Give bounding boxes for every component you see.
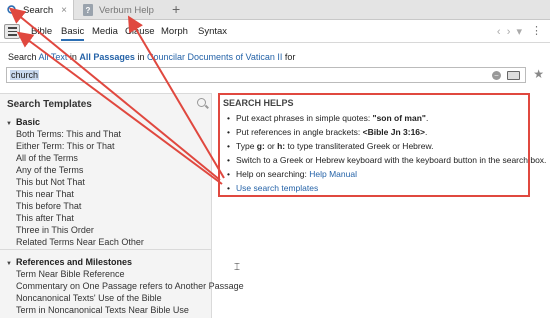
help-bullet: Help on searching: Help Manual [227, 169, 357, 179]
helps-title: SEARCH HELPS [223, 98, 294, 108]
collapse-triangle-icon: ▼ [6, 261, 12, 267]
tab-basic[interactable]: Basic [61, 26, 85, 41]
clear-icon[interactable]: – [492, 71, 501, 80]
search-icon [6, 4, 18, 16]
list-item[interactable]: This near That [16, 189, 74, 199]
search-templates-panel: Search Templates ▼ Basic Both Terms: This… [0, 93, 244, 318]
range-all-passages-link[interactable]: All Passages [79, 52, 135, 62]
search-icon[interactable] [197, 98, 206, 107]
keyboard-icon[interactable] [507, 71, 520, 80]
list-item[interactable]: Related Terms Near Each Other [16, 237, 144, 247]
tab-media[interactable]: Media [92, 26, 118, 37]
tab-label: Verbum Help [99, 4, 154, 16]
list-item[interactable]: Either Term: This or That [16, 141, 115, 151]
history-nav-icon[interactable]: ‹ › ▾ [497, 25, 522, 38]
tab-search[interactable]: Search × [0, 0, 74, 20]
mouse-cursor-icon: ⌶ [234, 262, 240, 273]
group-basic[interactable]: ▼ Basic [6, 117, 40, 127]
tab-verbum-help[interactable]: ? Verbum Help [76, 0, 166, 20]
help-bullet: Type g: or h: to type transliterated Gre… [227, 141, 433, 151]
list-item[interactable]: Commentary on One Passage refers to Anot… [16, 281, 244, 291]
search-helps-box: SEARCH HELPS Put exact phrases in simple… [218, 93, 546, 197]
panel-title: Search Templates [7, 99, 92, 110]
list-item[interactable]: Both Terms: This and That [16, 129, 121, 139]
list-item[interactable]: This but Not That [16, 177, 85, 187]
list-item[interactable]: Any of the Terms [16, 165, 83, 175]
tab-syntax[interactable]: Syntax [198, 26, 227, 37]
help-bullet: Switch to a Greek or Hebrew keyboard wit… [227, 155, 546, 165]
panel-menu-button[interactable] [4, 24, 20, 39]
tab-label: Search [23, 4, 54, 16]
scope-all-text-link[interactable]: All Text [39, 52, 68, 62]
list-item[interactable]: Noncanonical Texts' Use of the Bible [16, 293, 162, 303]
help-manual-link[interactable]: Help Manual [309, 169, 357, 179]
help-bullet: Put references in angle brackets: <Bible… [227, 127, 427, 137]
book-icon: ? [82, 4, 94, 16]
help-bullet: Use search templates [227, 183, 318, 193]
search-toolbar: Bible Basic Media Clause Morph Syntax ‹ … [0, 21, 550, 43]
search-scope-line: Search All Text in All Passages in Counc… [8, 52, 296, 62]
close-icon[interactable]: × [61, 5, 67, 16]
list-item[interactable]: All of the Terms [16, 153, 78, 163]
list-item[interactable]: Term Near Bible Reference [16, 269, 125, 279]
help-bullet: Put exact phrases in simple quotes: "son… [227, 113, 428, 123]
tab-bar: Search × ? Verbum Help + [0, 0, 550, 20]
favorite-star-icon[interactable]: ★ [533, 67, 544, 81]
new-tab-button[interactable]: + [172, 1, 180, 17]
more-options-icon[interactable]: ⋮ [531, 24, 542, 37]
list-item[interactable]: This after That [16, 213, 74, 223]
search-input[interactable]: church – [6, 67, 526, 83]
tab-morph[interactable]: Morph [161, 26, 188, 37]
list-item[interactable]: This before That [16, 201, 81, 211]
collection-link[interactable]: Councilar Documents of Vatican II [147, 52, 282, 62]
search-query-text[interactable]: church [10, 70, 40, 80]
list-item[interactable]: Three in This Order [16, 225, 94, 235]
tab-clause[interactable]: Clause [125, 26, 155, 37]
tab-bible[interactable]: Bible [31, 26, 52, 37]
divider [0, 249, 211, 250]
list-item[interactable]: Term in Noncanonical Texts Near Bible Us… [16, 305, 189, 315]
group-references-milestones[interactable]: ▼ References and Milestones [6, 257, 132, 267]
use-search-templates-link[interactable]: Use search templates [236, 183, 318, 193]
collapse-triangle-icon: ▼ [6, 121, 12, 127]
